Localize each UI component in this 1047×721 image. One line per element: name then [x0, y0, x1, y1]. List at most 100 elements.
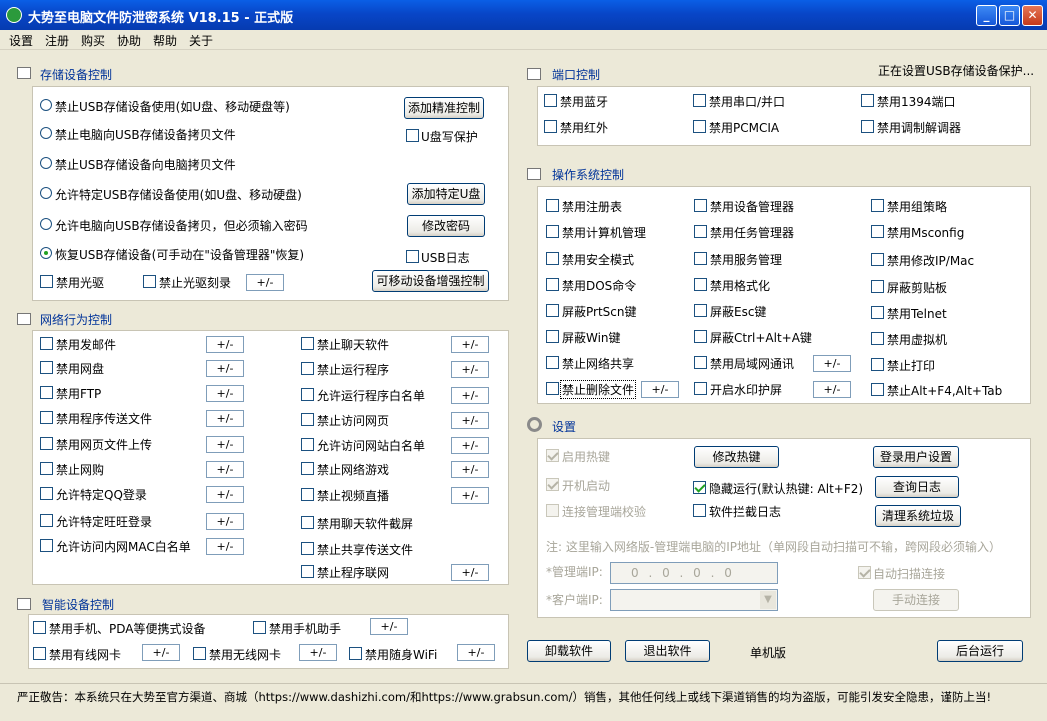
- net-left-checkbox-7[interactable]: [40, 514, 53, 527]
- os-col2-checkbox-2[interactable]: [694, 252, 707, 265]
- os-col1-checkbox-0[interactable]: [546, 199, 559, 212]
- delete-file-pm[interactable]: +/-: [641, 381, 679, 398]
- net-right-pm-1[interactable]: +/-: [451, 361, 489, 378]
- login-user-settings-button[interactable]: 登录用户设置: [873, 446, 959, 468]
- net-left-pm-0[interactable]: +/-: [206, 336, 244, 353]
- net-right-pm-9[interactable]: +/-: [451, 564, 489, 581]
- os-col1-checkbox-3[interactable]: [546, 278, 559, 291]
- net-right-checkbox-0[interactable]: [301, 337, 314, 350]
- net-right-checkbox-4[interactable]: [301, 438, 314, 451]
- os-col1-checkbox-2[interactable]: [546, 252, 559, 265]
- radio-block-usb[interactable]: [40, 99, 52, 111]
- net-left-checkbox-2[interactable]: [40, 386, 53, 399]
- client-ip-select[interactable]: [610, 589, 778, 611]
- radio-block-copy-from-usb[interactable]: [40, 157, 52, 169]
- auto-scan-checkbox[interactable]: [858, 566, 871, 579]
- net-left-checkbox-1[interactable]: [40, 361, 53, 374]
- smart-wireless-nic-checkbox[interactable]: [193, 647, 206, 660]
- smart-wifi-checkbox[interactable]: [349, 647, 362, 660]
- os-col3-checkbox-4[interactable]: [871, 306, 884, 319]
- usb-log-checkbox[interactable]: [406, 250, 419, 263]
- minimize-button[interactable]: _: [976, 5, 997, 26]
- os-col3-checkbox-1[interactable]: [871, 225, 884, 238]
- net-left-checkbox-4[interactable]: [40, 437, 53, 450]
- background-run-button[interactable]: 后台运行: [937, 640, 1023, 662]
- net-right-pm-4[interactable]: +/-: [451, 437, 489, 454]
- net-right-pm-2[interactable]: +/-: [451, 387, 489, 404]
- os-col1-checkbox-5[interactable]: [546, 330, 559, 343]
- menu-buy[interactable]: 购买: [81, 32, 105, 49]
- port-checkbox-2[interactable]: [861, 94, 874, 107]
- usb-write-protect-checkbox[interactable]: [406, 129, 419, 142]
- smart-pda-checkbox[interactable]: [33, 621, 46, 634]
- os-col3-checkbox-2[interactable]: [871, 253, 884, 266]
- net-right-pm-5[interactable]: +/-: [451, 461, 489, 478]
- os-col3-checkbox-5[interactable]: [871, 332, 884, 345]
- net-left-pm-4[interactable]: +/-: [206, 436, 244, 453]
- lan-comm-pm[interactable]: +/-: [813, 355, 851, 372]
- os-col1-checkbox-7[interactable]: [546, 382, 559, 395]
- port-checkbox-0[interactable]: [544, 94, 557, 107]
- net-left-checkbox-0[interactable]: [40, 337, 53, 350]
- net-left-pm-1[interactable]: +/-: [206, 360, 244, 377]
- net-right-checkbox-8[interactable]: [301, 542, 314, 555]
- net-right-checkbox-1[interactable]: [301, 362, 314, 375]
- port-checkbox-3[interactable]: [544, 120, 557, 133]
- net-left-checkbox-8[interactable]: [40, 539, 53, 552]
- net-left-checkbox-5[interactable]: [40, 462, 53, 475]
- net-left-checkbox-6[interactable]: [40, 487, 53, 500]
- net-left-pm-7[interactable]: +/-: [206, 513, 244, 530]
- exit-button[interactable]: 退出软件: [625, 640, 710, 662]
- add-specific-usb-button[interactable]: 添加特定U盘: [407, 183, 485, 205]
- net-right-checkbox-5[interactable]: [301, 462, 314, 475]
- os-col1-checkbox-6[interactable]: [546, 356, 559, 369]
- net-right-pm-0[interactable]: +/-: [451, 336, 489, 353]
- chevron-down-icon[interactable]: ▼: [760, 591, 776, 609]
- hidden-run-checkbox[interactable]: [693, 481, 706, 494]
- watermark-pm[interactable]: +/-: [813, 381, 851, 398]
- os-col2-checkbox-7[interactable]: [694, 382, 707, 395]
- port-checkbox-4[interactable]: [693, 120, 706, 133]
- net-left-pm-8[interactable]: +/-: [206, 538, 244, 555]
- smart-phone-assistant-checkbox[interactable]: [253, 621, 266, 634]
- net-right-pm-6[interactable]: +/-: [451, 487, 489, 504]
- port-checkbox-5[interactable]: [861, 120, 874, 133]
- radio-block-copy-to-usb[interactable]: [40, 127, 52, 139]
- change-hotkey-button[interactable]: 修改热键: [694, 446, 779, 468]
- radio-allow-specific-usb[interactable]: [40, 187, 52, 199]
- cdrom-plus-minus-button[interactable]: +/-: [246, 274, 284, 291]
- smart-row1-pm[interactable]: +/-: [370, 618, 408, 635]
- smart-wifi-pm[interactable]: +/-: [457, 644, 495, 661]
- uninstall-button[interactable]: 卸载软件: [527, 640, 611, 662]
- os-col1-checkbox-4[interactable]: [546, 304, 559, 317]
- port-checkbox-1[interactable]: [693, 94, 706, 107]
- change-password-button[interactable]: 修改密码: [407, 215, 485, 237]
- net-left-checkbox-3[interactable]: [40, 411, 53, 424]
- net-right-checkbox-2[interactable]: [301, 388, 314, 401]
- smart-wired-nic-checkbox[interactable]: [33, 647, 46, 660]
- os-col3-checkbox-7[interactable]: [871, 383, 884, 396]
- manual-connect-button[interactable]: 手动连接: [873, 589, 959, 611]
- os-col3-checkbox-3[interactable]: [871, 280, 884, 293]
- net-right-checkbox-7[interactable]: [301, 516, 314, 529]
- clean-system-button[interactable]: 清理系统垃圾: [875, 505, 961, 527]
- os-col2-checkbox-4[interactable]: [694, 304, 707, 317]
- os-col2-checkbox-0[interactable]: [694, 199, 707, 212]
- radio-copy-with-password[interactable]: [40, 218, 52, 230]
- os-col2-checkbox-5[interactable]: [694, 330, 707, 343]
- net-left-pm-3[interactable]: +/-: [206, 410, 244, 427]
- net-left-pm-2[interactable]: +/-: [206, 385, 244, 402]
- menu-settings[interactable]: 设置: [9, 32, 33, 49]
- autostart-checkbox[interactable]: [546, 478, 559, 491]
- smart-wired-pm[interactable]: +/-: [142, 644, 180, 661]
- hotkey-checkbox[interactable]: [546, 449, 559, 462]
- os-col2-checkbox-3[interactable]: [694, 278, 707, 291]
- os-col2-checkbox-6[interactable]: [694, 356, 707, 369]
- add-precise-control-button[interactable]: 添加精准控制: [404, 97, 484, 119]
- maximize-button[interactable]: □: [999, 5, 1020, 26]
- disable-burn-checkbox[interactable]: [143, 275, 156, 288]
- close-button[interactable]: ✕: [1022, 5, 1043, 26]
- connect-verify-checkbox[interactable]: [546, 504, 559, 517]
- net-right-checkbox-6[interactable]: [301, 488, 314, 501]
- menu-help[interactable]: 帮助: [153, 32, 177, 49]
